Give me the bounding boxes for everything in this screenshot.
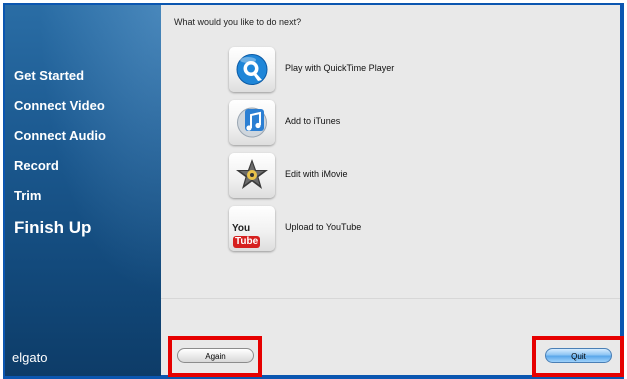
option-itunes[interactable]: Add to iTunes [229, 100, 489, 146]
elgato-logo: elgato [12, 350, 48, 365]
sidebar-item-trim[interactable]: Trim [14, 187, 154, 217]
imovie-tile[interactable] [229, 153, 275, 198]
quicktime-icon [236, 54, 268, 85]
main-panel: What would you like to do next? Play wit… [161, 5, 620, 375]
youtube-you-text: You [232, 223, 251, 234]
sidebar-item-get-started[interactable]: Get Started [14, 67, 154, 97]
youtube-tube-text: Tube [233, 236, 261, 248]
footer-divider [161, 298, 620, 299]
itunes-tile[interactable] [229, 100, 275, 145]
sidebar-item-record[interactable]: Record [14, 157, 154, 187]
page-prompt: What would you like to do next? [174, 17, 302, 27]
sidebar-item-connect-video[interactable]: Connect Video [14, 97, 154, 127]
option-youtube[interactable]: You Tube Upload to YouTube [229, 206, 489, 252]
youtube-icon: You Tube [232, 222, 272, 248]
sidebar-item-finish-up[interactable]: Finish Up [14, 217, 154, 247]
option-label-itunes: Add to iTunes [285, 116, 341, 126]
again-button[interactable]: Again [177, 348, 254, 363]
option-imovie[interactable]: Edit with iMovie [229, 153, 489, 199]
imovie-icon [236, 159, 268, 189]
sidebar-item-connect-audio[interactable]: Connect Audio [14, 127, 154, 157]
quicktime-tile[interactable] [229, 47, 275, 92]
option-quicktime[interactable]: Play with QuickTime Player [229, 47, 489, 93]
option-label-youtube: Upload to YouTube [285, 222, 362, 232]
youtube-tile[interactable]: You Tube [229, 206, 275, 251]
sidebar: Get Started Connect Video Connect Audio … [5, 5, 161, 376]
option-label-quicktime: Play with QuickTime Player [285, 63, 395, 73]
option-label-imovie: Edit with iMovie [285, 169, 348, 179]
quit-button[interactable]: Quit [545, 348, 612, 363]
itunes-icon [237, 107, 267, 138]
sidebar-nav: Get Started Connect Video Connect Audio … [14, 67, 154, 247]
